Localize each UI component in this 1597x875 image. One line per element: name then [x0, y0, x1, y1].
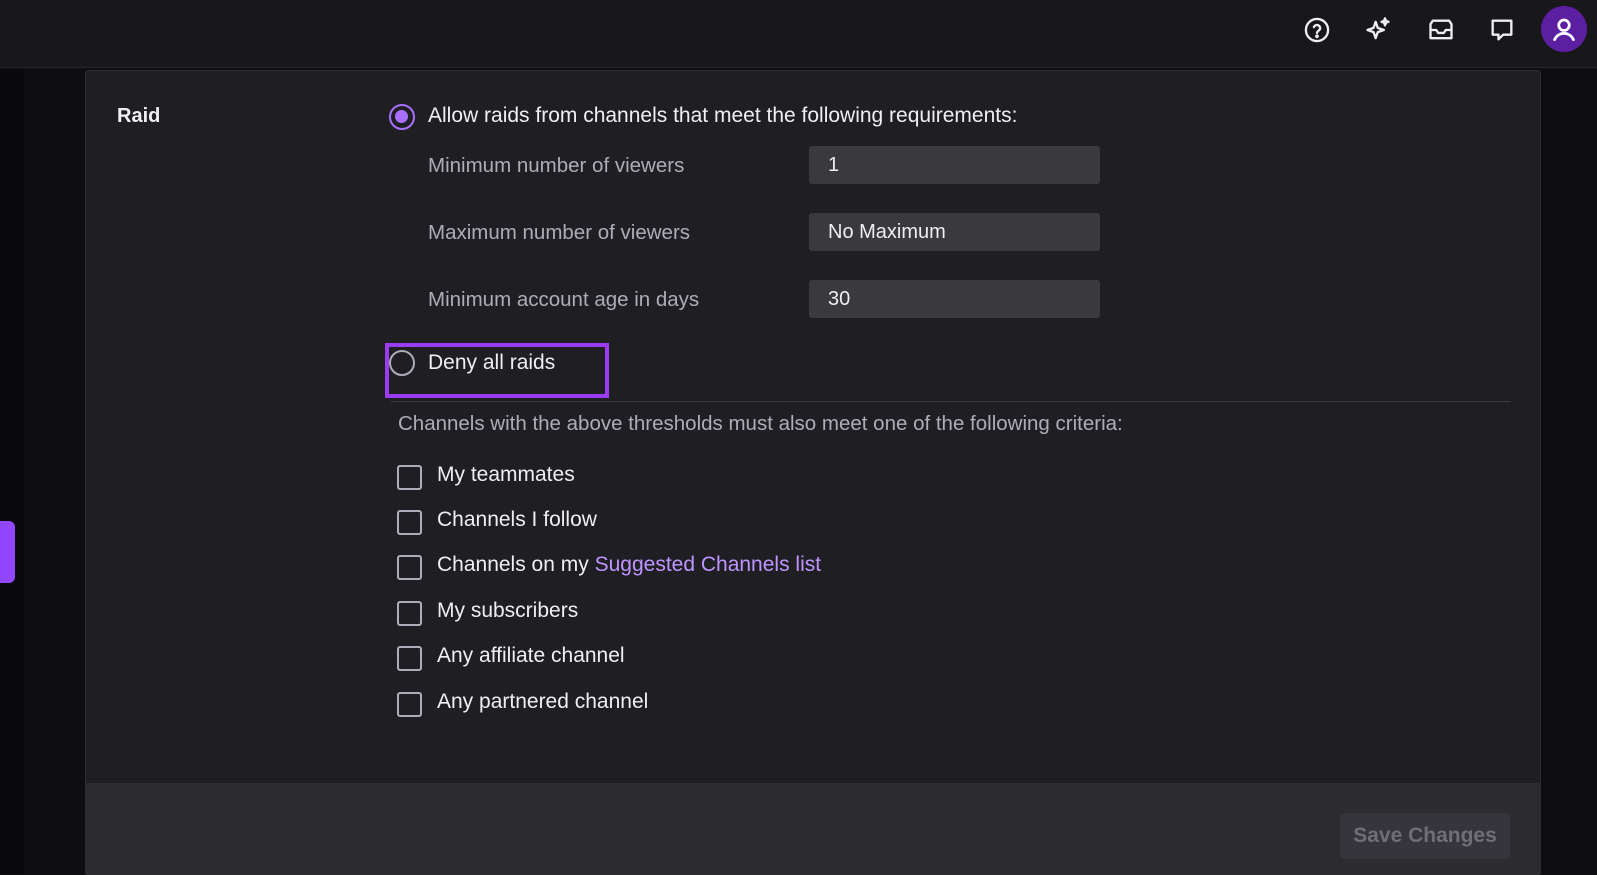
raid-settings-panel: Raid Allow raids from channels that meet… [85, 70, 1541, 875]
suggested-channels-label-wrap: Channels on my Suggested Channels list [437, 553, 821, 577]
suggested-channels-link[interactable]: Suggested Channels list [595, 553, 821, 576]
save-changes-button[interactable]: Save Changes [1340, 813, 1510, 859]
section-label-raid: Raid [117, 105, 161, 127]
allow-raids-radio[interactable] [389, 104, 415, 130]
channels-i-follow-checkbox[interactable] [397, 510, 422, 535]
sidebar-expand-handle[interactable] [0, 521, 15, 583]
min-viewers-label: Minimum number of viewers [428, 154, 685, 177]
teammates-checkbox[interactable] [397, 465, 422, 490]
channels-i-follow-label: Channels I follow [437, 508, 597, 531]
allow-raids-label: Allow raids from channels that meet the … [428, 104, 1018, 127]
left-sidebar-strip [0, 69, 24, 874]
criteria-note: Channels with the above thresholds must … [398, 412, 1123, 435]
top-navigation-bar [0, 0, 1597, 68]
help-icon[interactable] [1297, 10, 1337, 50]
inbox-icon[interactable] [1421, 10, 1461, 50]
max-viewers-label: Maximum number of viewers [428, 221, 691, 244]
suggested-channels-label: Channels on my [437, 553, 589, 576]
affiliate-label: Any affiliate channel [437, 644, 625, 667]
min-account-age-input[interactable]: 30 [809, 280, 1100, 318]
partnered-checkbox[interactable] [397, 692, 422, 717]
subscribers-checkbox[interactable] [397, 601, 422, 626]
subscribers-label: My subscribers [437, 599, 579, 622]
teammates-label: My teammates [437, 463, 575, 486]
whispers-icon[interactable] [1482, 10, 1522, 50]
min-viewers-input[interactable]: 1 [809, 146, 1100, 184]
suggested-channels-checkbox[interactable] [397, 555, 422, 580]
partnered-label: Any partnered channel [437, 690, 649, 713]
divider [391, 401, 1511, 402]
deny-raids-label: Deny all raids [428, 351, 556, 374]
max-viewers-select[interactable]: No Maximum [809, 213, 1100, 251]
sparkle-icon[interactable] [1358, 10, 1398, 50]
user-avatar-icon[interactable] [1541, 6, 1587, 52]
affiliate-checkbox[interactable] [397, 646, 422, 671]
min-account-age-label: Minimum account age in days [428, 288, 700, 311]
settings-footer: Save Changes [86, 783, 1540, 875]
deny-raids-radio[interactable] [389, 350, 415, 376]
